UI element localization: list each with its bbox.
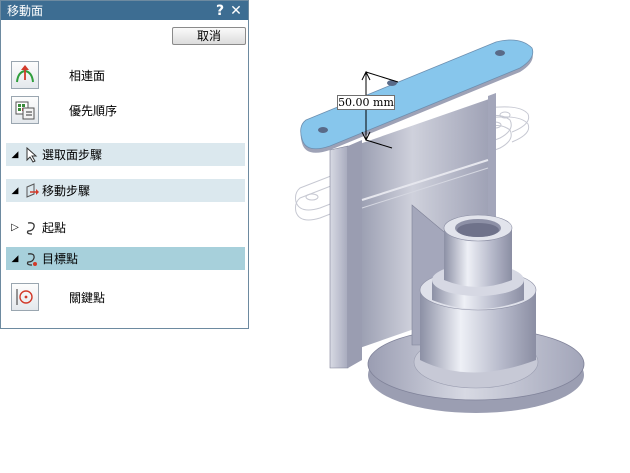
start-point-label: 起點 [42, 221, 67, 235]
connected-faces-icon[interactable] [11, 61, 39, 89]
close-button[interactable]: ✕ [228, 3, 244, 19]
start-point-icon [25, 220, 39, 236]
select-faces-step-label: 選取面步驟 [42, 148, 103, 162]
move-step-icon [25, 182, 39, 199]
collapse-arrow-icon: ◢ [11, 149, 19, 160]
connected-faces-row: 相連面 [11, 60, 246, 90]
target-point-icon [25, 251, 39, 267]
move-steps-section[interactable]: ◢ 移動步驟 [6, 179, 245, 202]
select-faces-step-section[interactable]: ◢ 選取面步驟 [6, 143, 245, 166]
keypoint-icon[interactable] [11, 283, 39, 311]
select-cursor-icon [25, 146, 39, 163]
priority-order-row: 優先順序 [11, 95, 246, 125]
keypoint-label: 關鍵點 [69, 290, 106, 305]
target-point-section[interactable]: ◢ 目標點 [6, 247, 245, 270]
start-point-section[interactable]: ▷ 起點 [6, 216, 245, 239]
collapse-arrow-icon: ◢ [11, 185, 19, 196]
target-point-label: 目標點 [42, 252, 79, 266]
dialog-title: 移動面 [7, 4, 44, 18]
connected-faces-label: 相連面 [69, 68, 106, 83]
collapse-arrow-icon: ◢ [11, 253, 19, 264]
move-face-dialog: 移動面 ? ✕ 取消 相連面 優先順序 ◢ 選取面步驟 ◢ 移動步驟 ▷ 起點 … [0, 0, 249, 329]
dialog-titlebar: 移動面 ? ✕ [1, 1, 248, 20]
help-button[interactable]: ? [212, 3, 228, 19]
dimension-label[interactable]: 50.00 mm [337, 95, 395, 110]
dimension-value: 50.00 mm [338, 96, 394, 109]
expand-arrow-icon: ▷ [11, 222, 19, 233]
priority-order-icon[interactable] [11, 96, 39, 124]
keypoint-row: 關鍵點 [11, 282, 246, 312]
cancel-button[interactable]: 取消 [172, 27, 246, 45]
priority-order-label: 優先順序 [69, 103, 118, 118]
move-steps-label: 移動步驟 [42, 184, 91, 198]
